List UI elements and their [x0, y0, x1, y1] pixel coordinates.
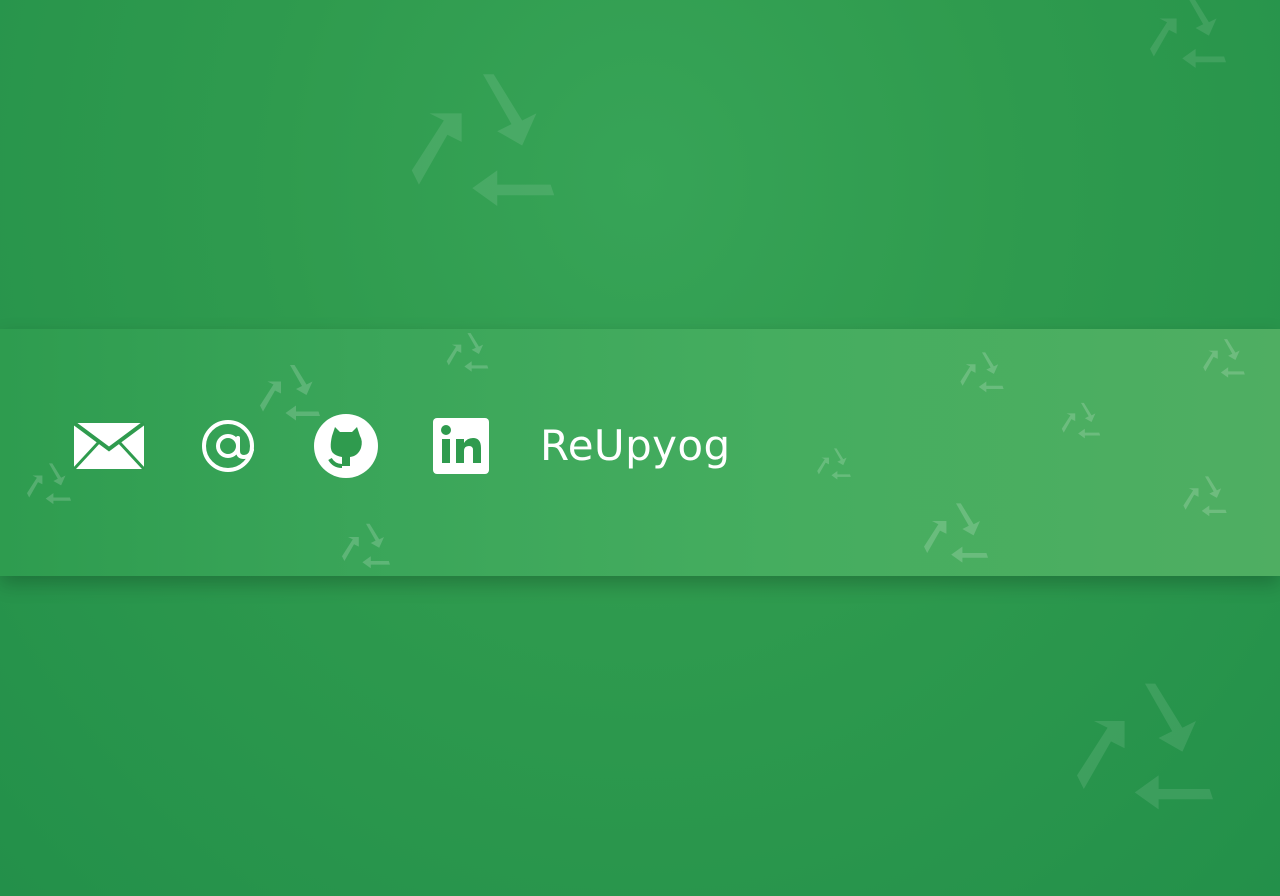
github-icon	[312, 412, 380, 480]
recycle-watermark-icon	[411, 74, 555, 206]
at-sign-icon	[200, 418, 256, 474]
email-icon	[72, 421, 146, 471]
email-link[interactable]	[72, 418, 146, 474]
page-background: ReUpyog	[0, 0, 1280, 896]
linkedin-icon	[432, 417, 490, 475]
brand-link[interactable]: ReUpyog	[540, 425, 731, 467]
recycle-watermark-icon	[1150, 0, 1226, 68]
recycle-watermark-icon	[960, 352, 1004, 393]
recycle-watermark-icon	[1077, 683, 1213, 810]
recycle-watermark-icon	[924, 503, 988, 563]
linkedin-link[interactable]	[432, 417, 490, 475]
footer-links: ReUpyog	[72, 410, 731, 482]
recycle-watermark-icon	[1183, 476, 1227, 517]
recycle-watermark-icon	[1203, 339, 1245, 378]
recycle-watermark-icon	[446, 333, 489, 372]
github-link[interactable]	[312, 412, 380, 480]
at-link[interactable]	[200, 418, 256, 474]
recycle-watermark-icon	[342, 523, 390, 569]
recycle-watermark-icon	[817, 448, 851, 480]
recycle-watermark-icon	[27, 463, 71, 505]
recycle-watermark-icon	[1061, 402, 1101, 439]
